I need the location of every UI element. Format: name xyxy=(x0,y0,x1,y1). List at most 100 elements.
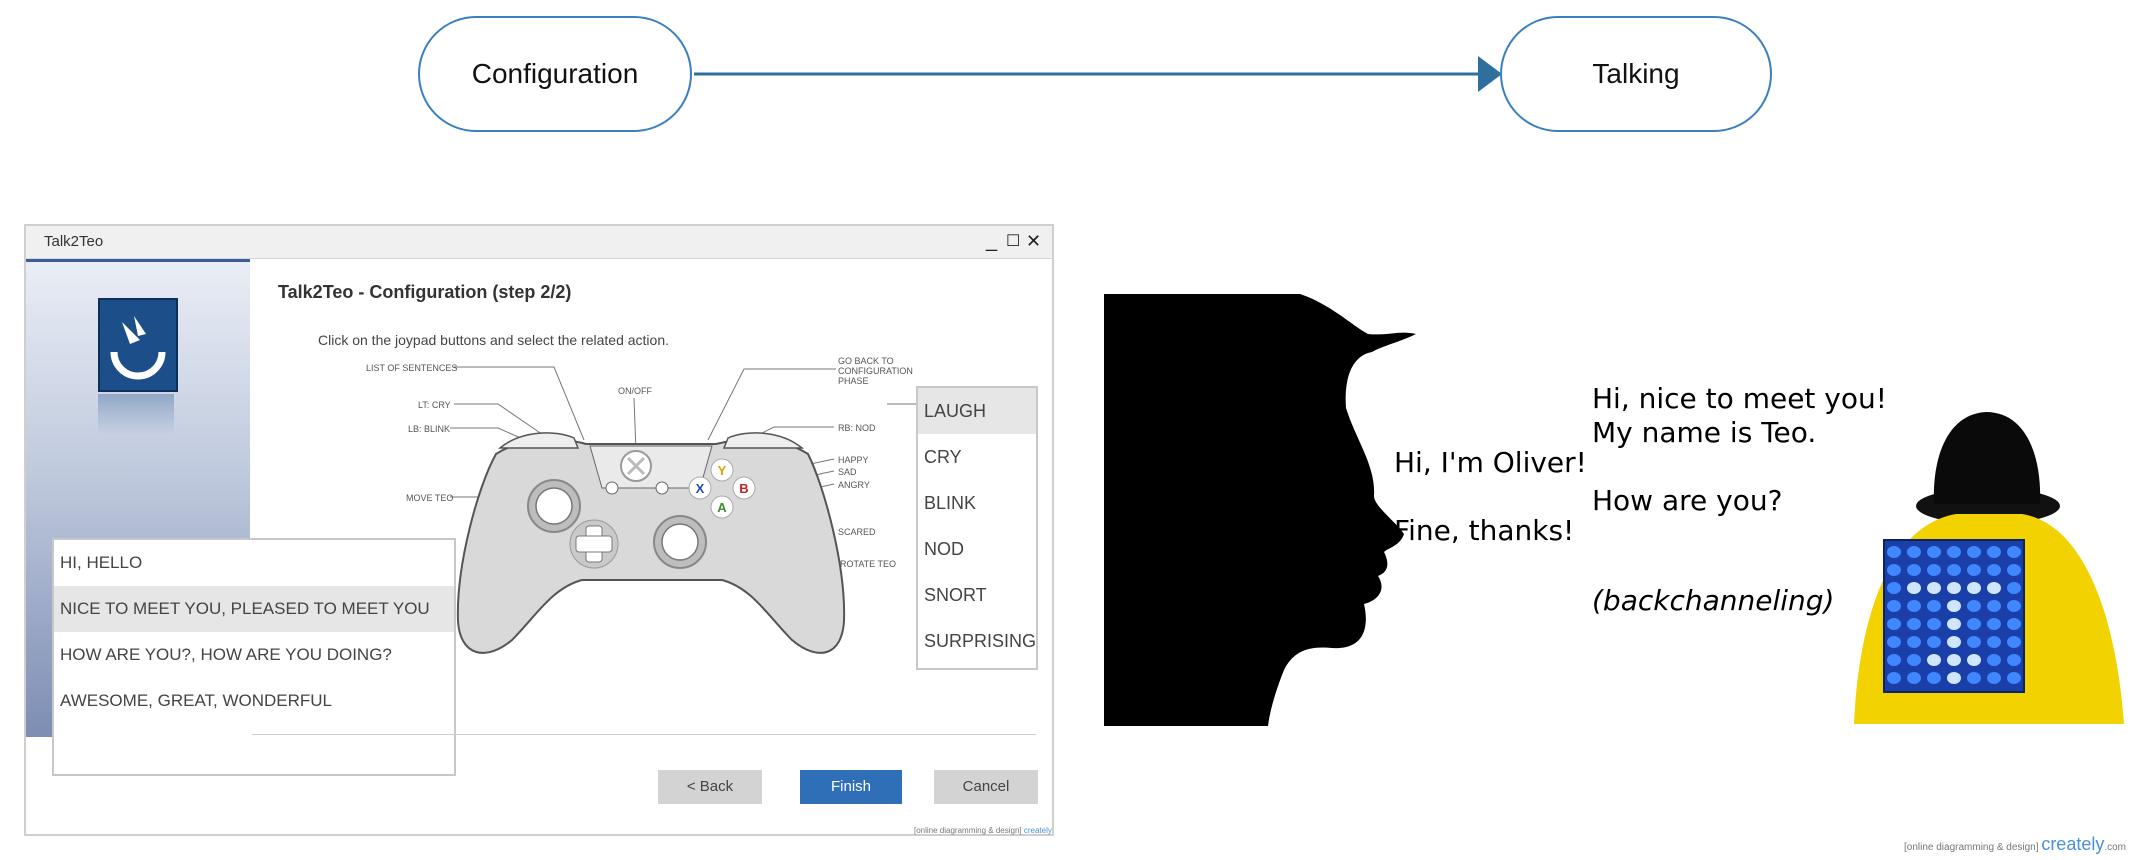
label-scared: SCARED xyxy=(838,527,876,537)
footer-credit-brand: creately xyxy=(2041,834,2105,854)
led-dot xyxy=(1987,672,2001,684)
led-dot xyxy=(1927,654,1941,666)
led-dot xyxy=(1887,672,1901,684)
teo-line-2: My name is Teo. xyxy=(1592,416,1817,449)
led-dot xyxy=(1987,618,2001,630)
led-dot xyxy=(1947,618,1961,630)
window-credit: [online diagramming & design] creately xyxy=(914,826,1052,835)
led-dot xyxy=(1907,618,1921,630)
led-dot xyxy=(1967,564,1981,576)
led-dot xyxy=(1967,672,1981,684)
menu-button-icon[interactable] xyxy=(655,481,669,495)
app-window: Talk2Teo _ ☐ ✕ Talk2Teo - Configuration … xyxy=(24,224,1054,836)
action-item-snort[interactable]: SNORT xyxy=(918,572,1036,618)
led-dot xyxy=(1887,582,1901,594)
led-dot xyxy=(1907,654,1921,666)
view-button-icon[interactable] xyxy=(605,481,619,495)
window-credit-prefix: [online diagramming & design] xyxy=(914,826,1022,835)
led-dot xyxy=(2007,654,2021,666)
b-button-label: B xyxy=(739,481,748,496)
led-dot xyxy=(1947,672,1961,684)
action-item-surprising[interactable]: SURPRISING xyxy=(918,618,1036,664)
oliver-silhouette xyxy=(1104,294,1416,726)
led-dot xyxy=(1947,654,1961,666)
led-dot xyxy=(1967,618,1981,630)
hat-crown xyxy=(1933,412,2041,504)
label-go-back: GO BACK TO CONFIGURATION PHASE xyxy=(838,356,913,386)
led-dot xyxy=(1907,600,1921,612)
sentence-item[interactable]: NICE TO MEET YOU, PLEASED TO MEET YOU xyxy=(54,586,454,632)
cancel-button[interactable]: Cancel xyxy=(934,770,1038,804)
back-button[interactable]: < Back xyxy=(658,770,762,804)
led-dot xyxy=(1967,654,1981,666)
teo-line-3: How are you? xyxy=(1592,484,1783,517)
footer-credit: [online diagramming & design] creately.c… xyxy=(1904,834,2126,855)
sentence-item[interactable]: HOW ARE YOU?, HOW ARE YOU DOING? xyxy=(54,632,454,678)
led-dot xyxy=(1967,636,1981,648)
led-dot xyxy=(1907,582,1921,594)
talking-node-label: Talking xyxy=(1592,58,1680,89)
led-dot xyxy=(2007,600,2021,612)
talking-node: Talking xyxy=(1500,16,1772,132)
led-dot xyxy=(1987,546,2001,558)
label-happy: HAPPY xyxy=(838,455,869,465)
teo-backchanneling: (backchanneling) xyxy=(1592,584,1835,617)
label-move-teo: MOVE TEO xyxy=(406,493,454,503)
led-matrix xyxy=(1883,539,2025,693)
footer-credit-prefix: [online diagramming & design] xyxy=(1904,842,2039,853)
right-bumper[interactable] xyxy=(722,432,805,449)
x-button-label: X xyxy=(696,481,705,496)
led-dot xyxy=(1987,564,2001,576)
configuration-node-label: Configuration xyxy=(471,58,639,89)
led-dot xyxy=(1927,564,1941,576)
flow-arrowhead xyxy=(1478,56,1502,92)
led-dot xyxy=(1967,582,1981,594)
led-dot xyxy=(2007,546,2021,558)
led-dot xyxy=(1967,600,1981,612)
sentence-item[interactable]: HI, HELLO xyxy=(54,540,454,586)
action-item-cry[interactable]: CRY xyxy=(918,434,1036,480)
led-dot xyxy=(1887,600,1901,612)
action-list: LAUGH CRY BLINK NOD SNORT SURPRISING xyxy=(916,386,1038,670)
led-dot xyxy=(1947,582,1961,594)
action-item-laugh[interactable]: LAUGH xyxy=(918,388,1036,434)
left-stick[interactable] xyxy=(535,487,573,525)
led-dot xyxy=(1927,636,1941,648)
y-button-label: Y xyxy=(718,463,727,478)
action-item-nod[interactable]: NOD xyxy=(918,526,1036,572)
led-dot xyxy=(1927,672,1941,684)
configuration-node: Configuration xyxy=(418,16,692,132)
footer-credit-suffix: .com xyxy=(2104,842,2127,853)
label-lt-cry: LT: CRY xyxy=(418,400,451,410)
label-lb-blink: LB: BLINK xyxy=(408,424,451,434)
led-dot xyxy=(1887,618,1901,630)
action-item-blink[interactable]: BLINK xyxy=(918,480,1036,526)
led-dot xyxy=(1907,672,1921,684)
sentence-item[interactable]: AWESOME, GREAT, WONDERFUL xyxy=(54,678,454,724)
led-dot xyxy=(2007,636,2021,648)
led-dot xyxy=(1947,564,1961,576)
oliver-line-1: Hi, I'm Oliver! xyxy=(1394,446,1587,479)
led-dot xyxy=(1887,564,1901,576)
left-bumper[interactable] xyxy=(497,432,580,449)
led-dot xyxy=(1987,654,2001,666)
led-dot xyxy=(2007,618,2021,630)
led-dot xyxy=(1927,582,1941,594)
led-dot xyxy=(1987,600,2001,612)
led-dot xyxy=(1987,636,2001,648)
led-dot xyxy=(1947,546,1961,558)
finish-button[interactable]: Finish xyxy=(800,770,902,804)
led-dot xyxy=(1947,636,1961,648)
label-angry: ANGRY xyxy=(838,480,870,490)
label-rb-nod: RB: NOD xyxy=(838,423,876,433)
label-on-off: ON/OFF xyxy=(618,386,652,396)
dpad-icon[interactable] xyxy=(569,519,619,569)
led-dot xyxy=(1927,546,1941,558)
teo-robot xyxy=(1854,412,2124,724)
a-button-label: A xyxy=(717,500,727,515)
led-dot xyxy=(1927,600,1941,612)
led-dot xyxy=(1887,546,1901,558)
led-dot xyxy=(1907,546,1921,558)
right-stick[interactable] xyxy=(661,523,699,561)
label-rotate-teo: ROTATE TEO xyxy=(840,559,897,569)
